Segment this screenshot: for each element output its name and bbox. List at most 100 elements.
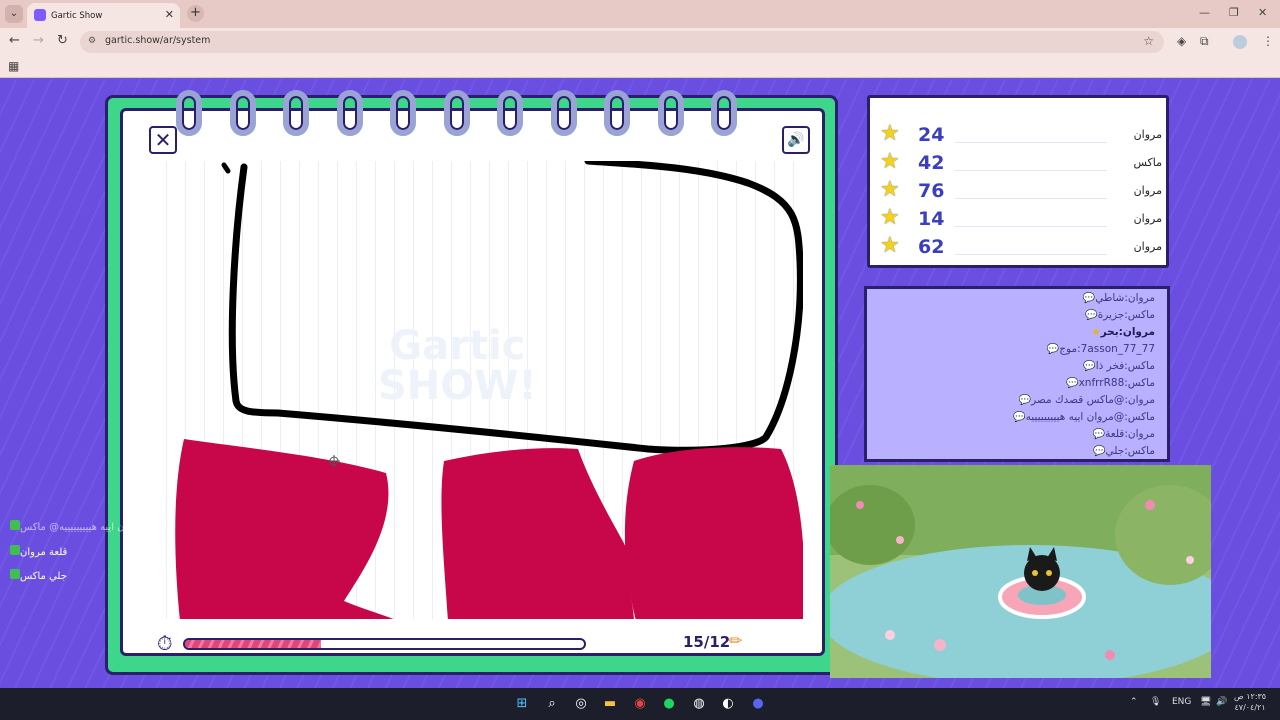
chat-text: ماكس:@مروان اييه هيييييييييه xyxy=(1025,411,1155,423)
drawing-canvas[interactable]: Gartic SHOW! xyxy=(148,161,803,619)
cat-pond-illustration xyxy=(830,465,1211,678)
extension-icon[interactable]: ◈ xyxy=(1177,34,1186,48)
score-points: 42 xyxy=(918,152,945,174)
chat-message: ماكس:xnfrrR88💬 xyxy=(1063,377,1155,389)
drawing-paper: Gartic SHOW! ✕ 🔊 ⏱ 15/12 ✏ xyxy=(120,108,825,656)
spiral-ring xyxy=(497,90,523,136)
chrome-icon[interactable]: ◉ xyxy=(631,695,649,713)
extensions-puzzle-icon[interactable]: ⧉ xyxy=(1200,34,1209,49)
chat-bubble-icon: 💬 xyxy=(1018,395,1032,406)
clock[interactable]: ١٢:٣٥ ص ٤٧/٠٤/٢١ xyxy=(1234,691,1266,713)
spiral-ring xyxy=(336,90,363,136)
network-icon[interactable]: 🖥 xyxy=(1200,697,1211,707)
side-chat-line: قلعة مروان xyxy=(8,545,67,558)
tray-chevron-icon[interactable]: ⌃ xyxy=(1130,697,1138,707)
black-outline-stroke xyxy=(228,161,803,454)
profile-avatar[interactable] xyxy=(1233,35,1247,49)
game-viewport: Gartic SHOW! ✕ 🔊 ⏱ 15/12 ✏ ★ 24 مروان ★ … xyxy=(0,79,1280,688)
flower xyxy=(934,639,946,651)
chat-text: مروان:@ماكس قصدك مصر xyxy=(1031,394,1155,406)
pencil-icon: ✏ xyxy=(729,631,743,650)
window-close-icon[interactable]: ✕ xyxy=(1258,6,1267,19)
score-row-divider xyxy=(955,198,1107,199)
player-name: مروان xyxy=(1133,240,1162,253)
obs-icon[interactable]: ◍ xyxy=(690,695,708,713)
round-counter: 15/12 xyxy=(683,633,731,651)
apps-grid-icon[interactable]: ▦ xyxy=(8,59,19,73)
microphone-icon[interactable]: 🎙 xyxy=(1150,697,1161,707)
bookmark-star-icon[interactable]: ☆ xyxy=(1143,34,1154,48)
sound-toggle-button[interactable]: 🔊 xyxy=(782,126,810,154)
score-row: ★ 42 ماكس xyxy=(880,149,1162,176)
score-row-divider xyxy=(955,142,1107,143)
file-explorer-icon[interactable]: ▬ xyxy=(601,695,619,713)
player-name: ماكس xyxy=(1133,156,1162,169)
search-icon[interactable]: ⌕ xyxy=(543,695,561,713)
chat-message: 7asson_77_77:موج💬 xyxy=(1044,343,1155,355)
steam-icon[interactable]: ◐ xyxy=(719,695,737,713)
score-points: 62 xyxy=(918,236,945,258)
spotify-icon[interactable]: ● xyxy=(660,695,678,713)
star-icon: ★ xyxy=(880,149,900,174)
discord-icon[interactable]: ● xyxy=(749,695,767,713)
player-name: مروان xyxy=(1133,184,1162,197)
taskbar: ⊞ ⌕ ◎ ▬ ◉ ● ◍ ◐ ● ⌃ 🎙 ENG 🖥 🔊 ١٢:٣٥ ص ٤٧… xyxy=(0,688,1280,720)
address-bar[interactable]: ⚙ gartic.show/ar/system ☆ xyxy=(80,31,1164,53)
score-row: ★ 76 مروان xyxy=(880,177,1162,204)
new-tab-button[interactable]: + xyxy=(187,5,204,22)
windows-start-icon[interactable]: ⊞ xyxy=(513,695,531,713)
spiral-ring xyxy=(283,90,309,136)
flower xyxy=(896,536,904,544)
url-text[interactable]: gartic.show/ar/system xyxy=(105,35,210,46)
browser-menu-icon[interactable]: ⋮ xyxy=(1262,34,1274,48)
red-shape-right xyxy=(624,447,803,619)
flower xyxy=(1186,556,1194,564)
chat-bubble-icon: 💬 xyxy=(1085,310,1098,321)
chat-text: ماكس:جلي xyxy=(1105,445,1155,457)
reload-icon[interactable]: ↻ xyxy=(57,33,68,48)
tab-close-icon[interactable]: ✕ xyxy=(165,8,174,21)
round-timer-progress xyxy=(183,638,586,650)
score-points: 24 xyxy=(918,124,945,146)
drawing-strokes xyxy=(175,161,803,619)
forward-icon[interactable]: → xyxy=(33,33,44,48)
maximize-icon[interactable]: ❐ xyxy=(1229,6,1239,19)
language-indicator[interactable]: ENG xyxy=(1172,697,1191,707)
spiral-ring xyxy=(711,90,737,136)
spiral-ring xyxy=(657,90,684,136)
score-points: 14 xyxy=(918,208,945,230)
chat-message: مروان:@ماكس قصدك مصر💬 xyxy=(1016,394,1155,406)
star-icon: ★ xyxy=(880,205,900,230)
spiral-ring xyxy=(390,90,416,136)
tab-search-button[interactable]: ⌄ xyxy=(5,5,23,23)
chat-bubble-icon: 💬 xyxy=(1083,361,1096,372)
side-chat-text: قلعة مروان xyxy=(20,547,68,558)
red-shape-left xyxy=(175,439,394,619)
player-name: مروان xyxy=(1133,128,1162,141)
check-icon xyxy=(10,545,20,555)
volume-icon[interactable]: 🔊 xyxy=(1216,697,1227,707)
cat-eye xyxy=(1032,570,1038,576)
chat-message: ماكس:جزيرة💬 xyxy=(1082,309,1155,321)
site-info-icon[interactable]: ⚙ xyxy=(88,36,96,46)
check-icon xyxy=(10,569,20,579)
tab-gartic-show[interactable]: Gartic Show ✕ xyxy=(27,3,180,28)
app-icon[interactable]: ◎ xyxy=(572,695,590,713)
scoreboard: ★ 24 مروان ★ 42 ماكس ★ 76 مروان ★ 14 مرو… xyxy=(867,95,1169,268)
close-canvas-button[interactable]: ✕ xyxy=(149,126,177,154)
chat-bubble-icon: 💬 xyxy=(1046,344,1060,355)
chat-text: مروان:بحر xyxy=(1100,326,1155,338)
check-icon xyxy=(10,520,20,530)
chat-text: ماكس:جزيرة xyxy=(1097,309,1155,321)
toolbar: ← → ↻ ⚙ gartic.show/ar/system ☆ ◈ ⧉ ⋮ xyxy=(0,28,1280,56)
score-row: ★ 14 مروان xyxy=(880,205,1162,232)
star-icon: ★ xyxy=(880,177,900,202)
side-chat-text: مروان اييه هيييييييييه@ ماكس xyxy=(20,522,144,533)
chat-bubble-icon: 💬 xyxy=(1013,412,1026,423)
red-shape-middle xyxy=(441,448,634,619)
minimize-icon[interactable]: — xyxy=(1199,6,1210,19)
guess-chat-panel[interactable]: مروان:شاطي💬 ماكس:جزيرة💬 مروان:بحر★ 7asso… xyxy=(864,286,1170,462)
back-icon[interactable]: ← xyxy=(9,33,20,48)
score-row-divider xyxy=(955,254,1107,255)
tab-strip: ⌄ Gartic Show ✕ + — ❐ ✕ xyxy=(0,0,1280,28)
